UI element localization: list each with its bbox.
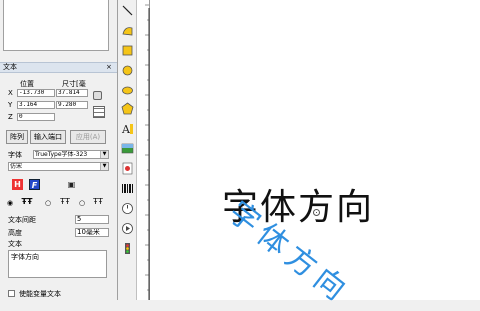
input-port-icon[interactable] [121, 222, 134, 235]
text-height-field[interactable]: 10毫米 [75, 228, 109, 237]
z-position-field[interactable]: 0 [17, 113, 55, 121]
x-label: X [8, 89, 13, 97]
font-label: 字体 [8, 151, 22, 159]
font-name-value: 仿宋 [10, 163, 23, 170]
svg-text:A: A [121, 123, 131, 135]
radio-icon[interactable]: ◉ [6, 198, 14, 209]
polygon-tool-icon[interactable] [121, 102, 134, 115]
rectangle-tool-icon[interactable] [121, 44, 134, 57]
y-position-field[interactable]: 3.164 [17, 101, 55, 109]
apply-button[interactable]: 应用(A) [70, 130, 106, 144]
width-field[interactable]: 37.814 [56, 89, 88, 97]
radio-icon[interactable]: ○ [78, 198, 86, 209]
truetype-font-icon[interactable]: F [29, 179, 40, 190]
panel-title: 文本 [3, 63, 17, 71]
panel-close-button[interactable]: × [106, 63, 112, 72]
chevron-down-icon: ▼ [100, 151, 108, 158]
variable-text-label: 使能变量文本 [19, 290, 61, 298]
text-input[interactable]: 字体方向 [8, 250, 107, 278]
curve-tool-icon[interactable] [121, 24, 134, 37]
hershey-font-icon[interactable]: H [12, 179, 23, 190]
height-field[interactable]: 9.280 [56, 101, 88, 109]
image-tool-icon[interactable] [121, 142, 134, 155]
barcode-tool-icon[interactable] [121, 182, 134, 195]
signal-light-icon[interactable] [121, 242, 134, 255]
grid-icon[interactable] [93, 106, 105, 118]
variable-text-checkbox[interactable] [8, 290, 15, 297]
text-tool-icon[interactable]: A [121, 122, 134, 135]
chevron-down-icon: ▼ [100, 163, 108, 170]
circle-tool-icon[interactable] [121, 64, 134, 77]
line-tool-icon[interactable] [121, 4, 134, 17]
lock-icon[interactable] [93, 91, 102, 100]
align-left-icon[interactable]: ŦŦ [18, 196, 36, 209]
z-label: Z [8, 113, 13, 121]
ellipse-tool-icon[interactable] [121, 84, 134, 97]
size-column-label: 尺寸[毫 [62, 80, 86, 88]
panel-header: 文本 × [0, 62, 117, 73]
x-position-field[interactable]: -13.730 [17, 89, 55, 97]
rotation-center-marker[interactable] [313, 209, 320, 216]
height-label: 高度 [8, 229, 22, 237]
properties-panel: 文本 × 位置 尺寸[毫 X -13.730 37.814 Y 3.164 9.… [0, 0, 118, 300]
text-label: 文本 [8, 240, 22, 248]
save-icon[interactable]: ▣ [66, 179, 77, 190]
radio-icon[interactable]: ○ [44, 198, 52, 209]
timer-icon[interactable] [121, 202, 134, 215]
spacing-label: 文本间距 [8, 216, 36, 224]
object-preview [3, 0, 109, 51]
drawing-toolbar: A [118, 0, 137, 300]
input-port-button[interactable]: 输入端口 [30, 130, 66, 144]
page-border [148, 8, 150, 300]
align-right-icon[interactable]: ŦŦ [89, 196, 107, 209]
array-button[interactable]: 阵列 [6, 130, 28, 144]
font-type-select[interactable]: TrueType字体-323 ▼ [33, 150, 109, 159]
spacing-field[interactable]: 5 [75, 215, 109, 224]
align-center-icon[interactable]: ŦŦ [56, 196, 74, 209]
position-column-label: 位置 [20, 80, 34, 88]
vector-file-icon[interactable] [121, 162, 134, 175]
y-label: Y [8, 101, 13, 109]
font-name-select[interactable]: 仿宋 ▼ [8, 162, 109, 171]
font-type-value: TrueType字体-323 [35, 151, 88, 158]
